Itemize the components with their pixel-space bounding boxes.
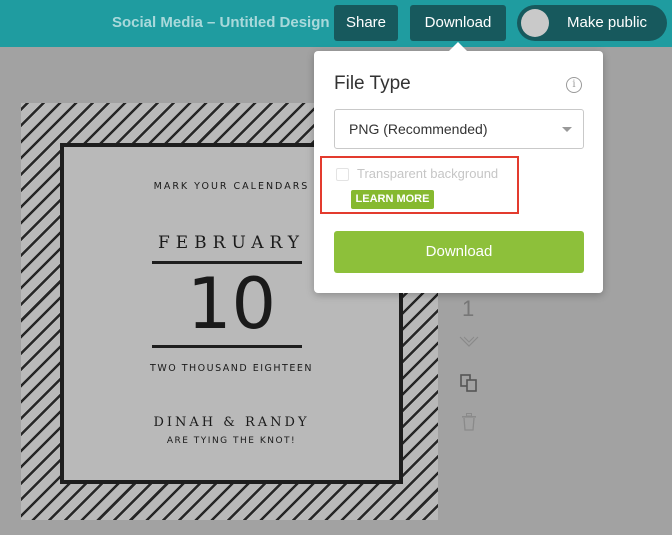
download-popover: File Type i PNG (Recommended) Transparen… xyxy=(314,42,603,293)
copy-icon[interactable] xyxy=(459,373,479,393)
divider-bottom xyxy=(152,345,302,348)
transparent-background-checkbox[interactable] xyxy=(336,168,349,181)
page-number: 1 xyxy=(462,296,475,321)
learn-more-button[interactable]: LEARN MORE xyxy=(351,190,434,209)
year-text: TWO THOUSAND EIGHTEEN xyxy=(150,363,313,374)
popover-arrow xyxy=(449,42,467,51)
file-type-selected: PNG (Recommended) xyxy=(349,121,488,137)
info-icon[interactable]: i xyxy=(566,77,582,93)
chevron-down-icon[interactable] xyxy=(459,336,479,348)
download-button[interactable]: Download xyxy=(410,5,506,41)
top-bar: Social Media – Untitled Design Share Dow… xyxy=(0,0,672,47)
names-text: DINAH & RANDY xyxy=(153,415,310,430)
make-public-toggle[interactable]: Make public xyxy=(517,5,667,41)
tying-knot-text: ARE TYING THE KNOT! xyxy=(166,436,297,446)
download-confirm-button[interactable]: Download xyxy=(334,231,584,273)
chevron-down-icon xyxy=(562,127,572,132)
trash-icon[interactable] xyxy=(461,413,477,431)
document-title[interactable]: Social Media – Untitled Design xyxy=(112,14,330,31)
file-type-label: File Type xyxy=(334,73,411,94)
make-public-label: Make public xyxy=(567,14,648,31)
share-button[interactable]: Share xyxy=(334,5,398,41)
transparent-background-label: Transparent background xyxy=(357,166,499,181)
file-type-select[interactable]: PNG (Recommended) xyxy=(334,109,584,149)
toggle-knob[interactable] xyxy=(521,9,549,37)
